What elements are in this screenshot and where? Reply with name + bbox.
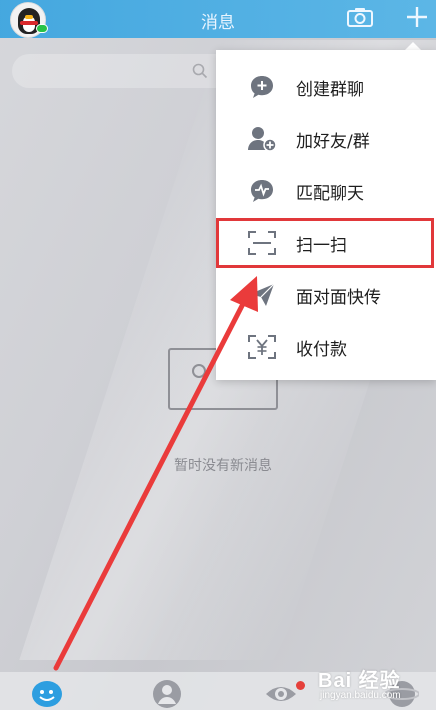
add-friend-icon: [246, 123, 278, 155]
baidu-jingyan-watermark: Bai 经验 jingyan.baidu.com: [318, 664, 430, 708]
search-icon: [192, 63, 208, 79]
penguin-beak: [25, 15, 33, 19]
camera-icon[interactable]: [347, 7, 373, 27]
match-chat-icon: [246, 175, 278, 207]
menu-item-face-transfer[interactable]: 面对面快传: [216, 269, 436, 321]
menu-item-add-friend[interactable]: 加好友/群: [216, 113, 436, 165]
add-menu: 创建群聊 加好友/群 匹配聊天 扫一扫 面对面快传 收付款: [216, 50, 436, 380]
menu-item-payment[interactable]: 收付款: [216, 321, 436, 373]
menu-item-label: 创建群聊: [296, 79, 364, 100]
contacts-tab-icon[interactable]: [150, 678, 184, 710]
watermark-main-text: Bai 经验: [318, 670, 401, 692]
app-screen: 消息 暂时没有新消息 创建群聊 加好友/群 匹配聊天 扫一扫 面对面快传 收付款…: [0, 0, 436, 710]
watermark-sub-text: jingyan.baidu.com: [320, 690, 401, 701]
menu-item-label: 匹配聊天: [296, 183, 364, 204]
empty-box-circle: [192, 364, 206, 378]
face-to-face-transfer-icon: [246, 279, 278, 311]
menu-item-create-group[interactable]: 创建群聊: [216, 61, 436, 113]
penguin-scarf: [20, 21, 38, 25]
empty-state-text: 暂时没有新消息: [174, 458, 272, 474]
create-group-icon: [246, 71, 278, 103]
menu-item-label: 加好友/群: [296, 131, 370, 152]
menu-item-match-chat[interactable]: 匹配聊天: [216, 165, 436, 217]
menu-item-label: 面对面快传: [296, 287, 381, 308]
menu-item-label: 收付款: [296, 339, 347, 360]
discover-tab-icon[interactable]: [264, 678, 298, 710]
plus-icon[interactable]: [406, 6, 428, 28]
scan-highlight-box: [216, 218, 434, 268]
payment-icon: [246, 331, 278, 363]
notification-dot: [296, 681, 305, 690]
messages-tab-icon[interactable]: [30, 678, 64, 710]
online-status-icon: [36, 24, 48, 33]
